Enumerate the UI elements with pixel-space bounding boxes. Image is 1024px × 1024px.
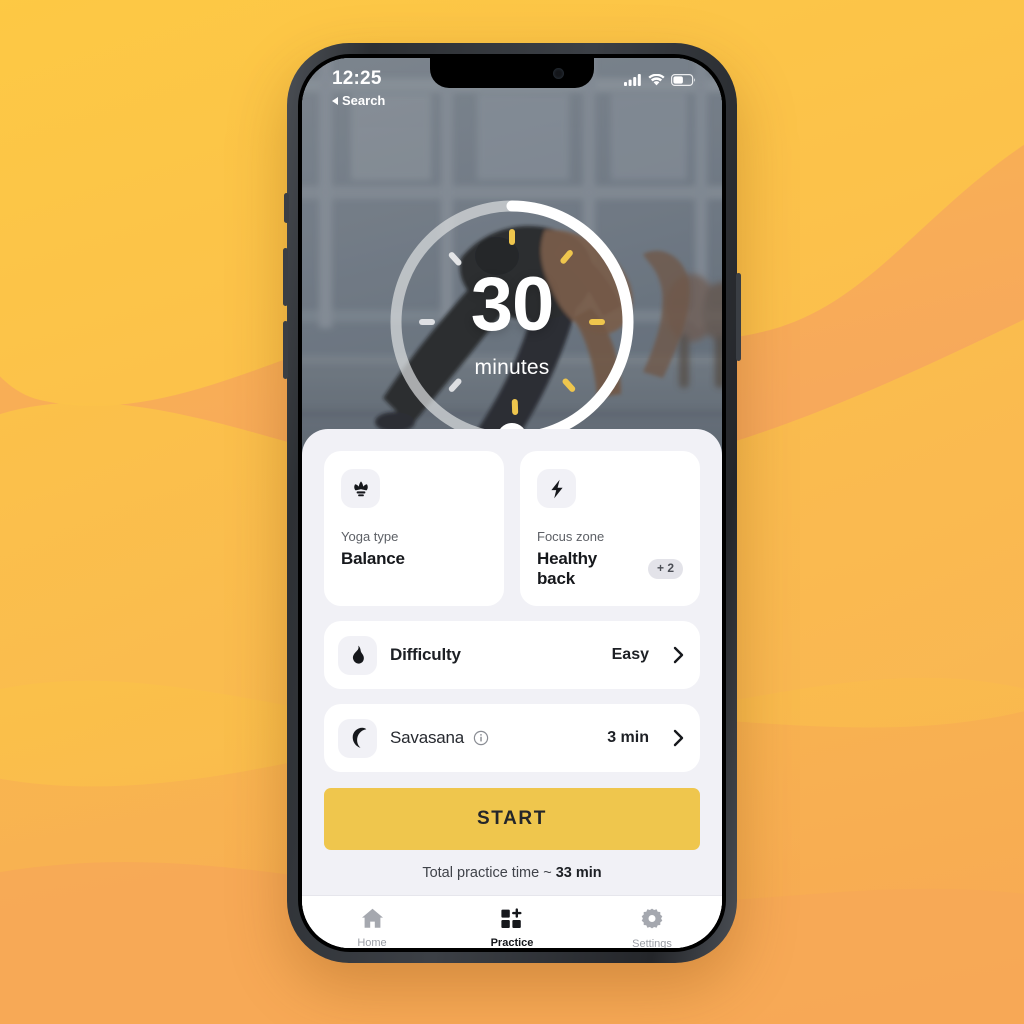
card-value-row: Healthy back + 2 bbox=[537, 549, 683, 589]
power-button[interactable] bbox=[736, 273, 741, 361]
row-savasana[interactable]: Savasana 3 min bbox=[324, 704, 700, 772]
tab-practice[interactable]: Practice bbox=[442, 907, 582, 948]
settings-sheet: Yoga type Balance Focus zone Healthy bac… bbox=[302, 429, 722, 948]
tab-home[interactable]: Home bbox=[302, 907, 442, 948]
lightning-bolt-icon-tile bbox=[537, 469, 576, 508]
home-icon bbox=[361, 908, 383, 928]
tab-label: Home bbox=[357, 937, 387, 948]
moon-icon-tile bbox=[338, 718, 377, 758]
practice-icon bbox=[501, 908, 522, 928]
dial-track-inactive bbox=[390, 200, 518, 444]
back-to-search-link[interactable]: Search bbox=[332, 93, 385, 108]
front-camera-icon bbox=[553, 68, 564, 79]
row-difficulty[interactable]: Difficulty Easy bbox=[324, 621, 700, 689]
cellular-signal-icon bbox=[624, 74, 641, 86]
row-value: Easy bbox=[611, 646, 649, 663]
card-value-row: Balance bbox=[341, 549, 487, 569]
card-yoga-type[interactable]: Yoga type Balance bbox=[324, 451, 504, 606]
info-circle-icon[interactable] bbox=[473, 730, 489, 746]
row-title: Difficulty bbox=[390, 645, 461, 664]
tab-label: Settings bbox=[632, 938, 672, 948]
card-focus-zone[interactable]: Focus zone Healthy back + 2 bbox=[520, 451, 700, 606]
total-practice-time: Total practice time ~ 33 min bbox=[324, 850, 700, 895]
dial-ticks-active bbox=[509, 229, 605, 415]
back-label: Search bbox=[342, 93, 386, 108]
tab-settings[interactable]: Settings bbox=[582, 907, 722, 948]
lotus-icon bbox=[353, 480, 368, 496]
mute-switch[interactable] bbox=[284, 193, 289, 223]
card-value: Balance bbox=[341, 549, 405, 568]
volume-down-button[interactable] bbox=[283, 321, 288, 379]
total-practice-prefix: Total practice time ~ bbox=[422, 865, 556, 881]
start-button[interactable]: START bbox=[324, 788, 700, 850]
device-bezel: 12:25 Search 30 minutes Yoga type Balanc… bbox=[298, 54, 726, 952]
bottom-tab-bar: Home Practice Settings bbox=[302, 895, 722, 948]
lightning-bolt-icon bbox=[550, 479, 563, 498]
status-time: 12:25 bbox=[332, 68, 382, 89]
focus-zone-extra-count-badge[interactable]: + 2 bbox=[647, 559, 683, 579]
total-practice-value: 33 min bbox=[555, 865, 602, 881]
hero-section: 12:25 Search 30 minutes bbox=[302, 58, 722, 455]
dial-ticks-inactive bbox=[419, 252, 462, 392]
card-label: Yoga type bbox=[341, 529, 399, 544]
phone-screen: 12:25 Search 30 minutes Yoga type Balanc… bbox=[302, 58, 722, 948]
caret-left-icon bbox=[332, 96, 338, 105]
phone-notch bbox=[430, 58, 594, 88]
duration-dial[interactable]: 30 minutes bbox=[376, 186, 648, 455]
dial-track-active bbox=[506, 200, 634, 444]
moon-icon bbox=[352, 727, 366, 748]
lotus-icon-tile bbox=[341, 469, 380, 508]
gear-icon bbox=[641, 908, 663, 929]
chevron-right-icon[interactable] bbox=[673, 729, 684, 747]
phone-device-frame: 12:25 Search 30 minutes Yoga type Balanc… bbox=[283, 43, 741, 963]
wifi-icon bbox=[648, 74, 665, 86]
row-title: Savasana bbox=[390, 728, 465, 747]
tab-label: Practice bbox=[490, 937, 534, 948]
volume-up-button[interactable] bbox=[283, 248, 288, 306]
status-bar-left: 12:25 Search bbox=[332, 69, 385, 108]
flame-icon bbox=[352, 645, 364, 664]
battery-icon bbox=[671, 74, 696, 86]
chevron-right-icon[interactable] bbox=[673, 646, 684, 664]
status-bar-right bbox=[624, 74, 696, 86]
option-cards-row: Yoga type Balance Focus zone Healthy bac… bbox=[324, 451, 700, 606]
flame-icon-tile bbox=[338, 635, 377, 675]
row-value: 3 min bbox=[607, 729, 649, 746]
duration-dial-svg[interactable] bbox=[376, 186, 648, 455]
card-label: Focus zone bbox=[537, 529, 605, 544]
card-value: Healthy back bbox=[537, 549, 598, 588]
